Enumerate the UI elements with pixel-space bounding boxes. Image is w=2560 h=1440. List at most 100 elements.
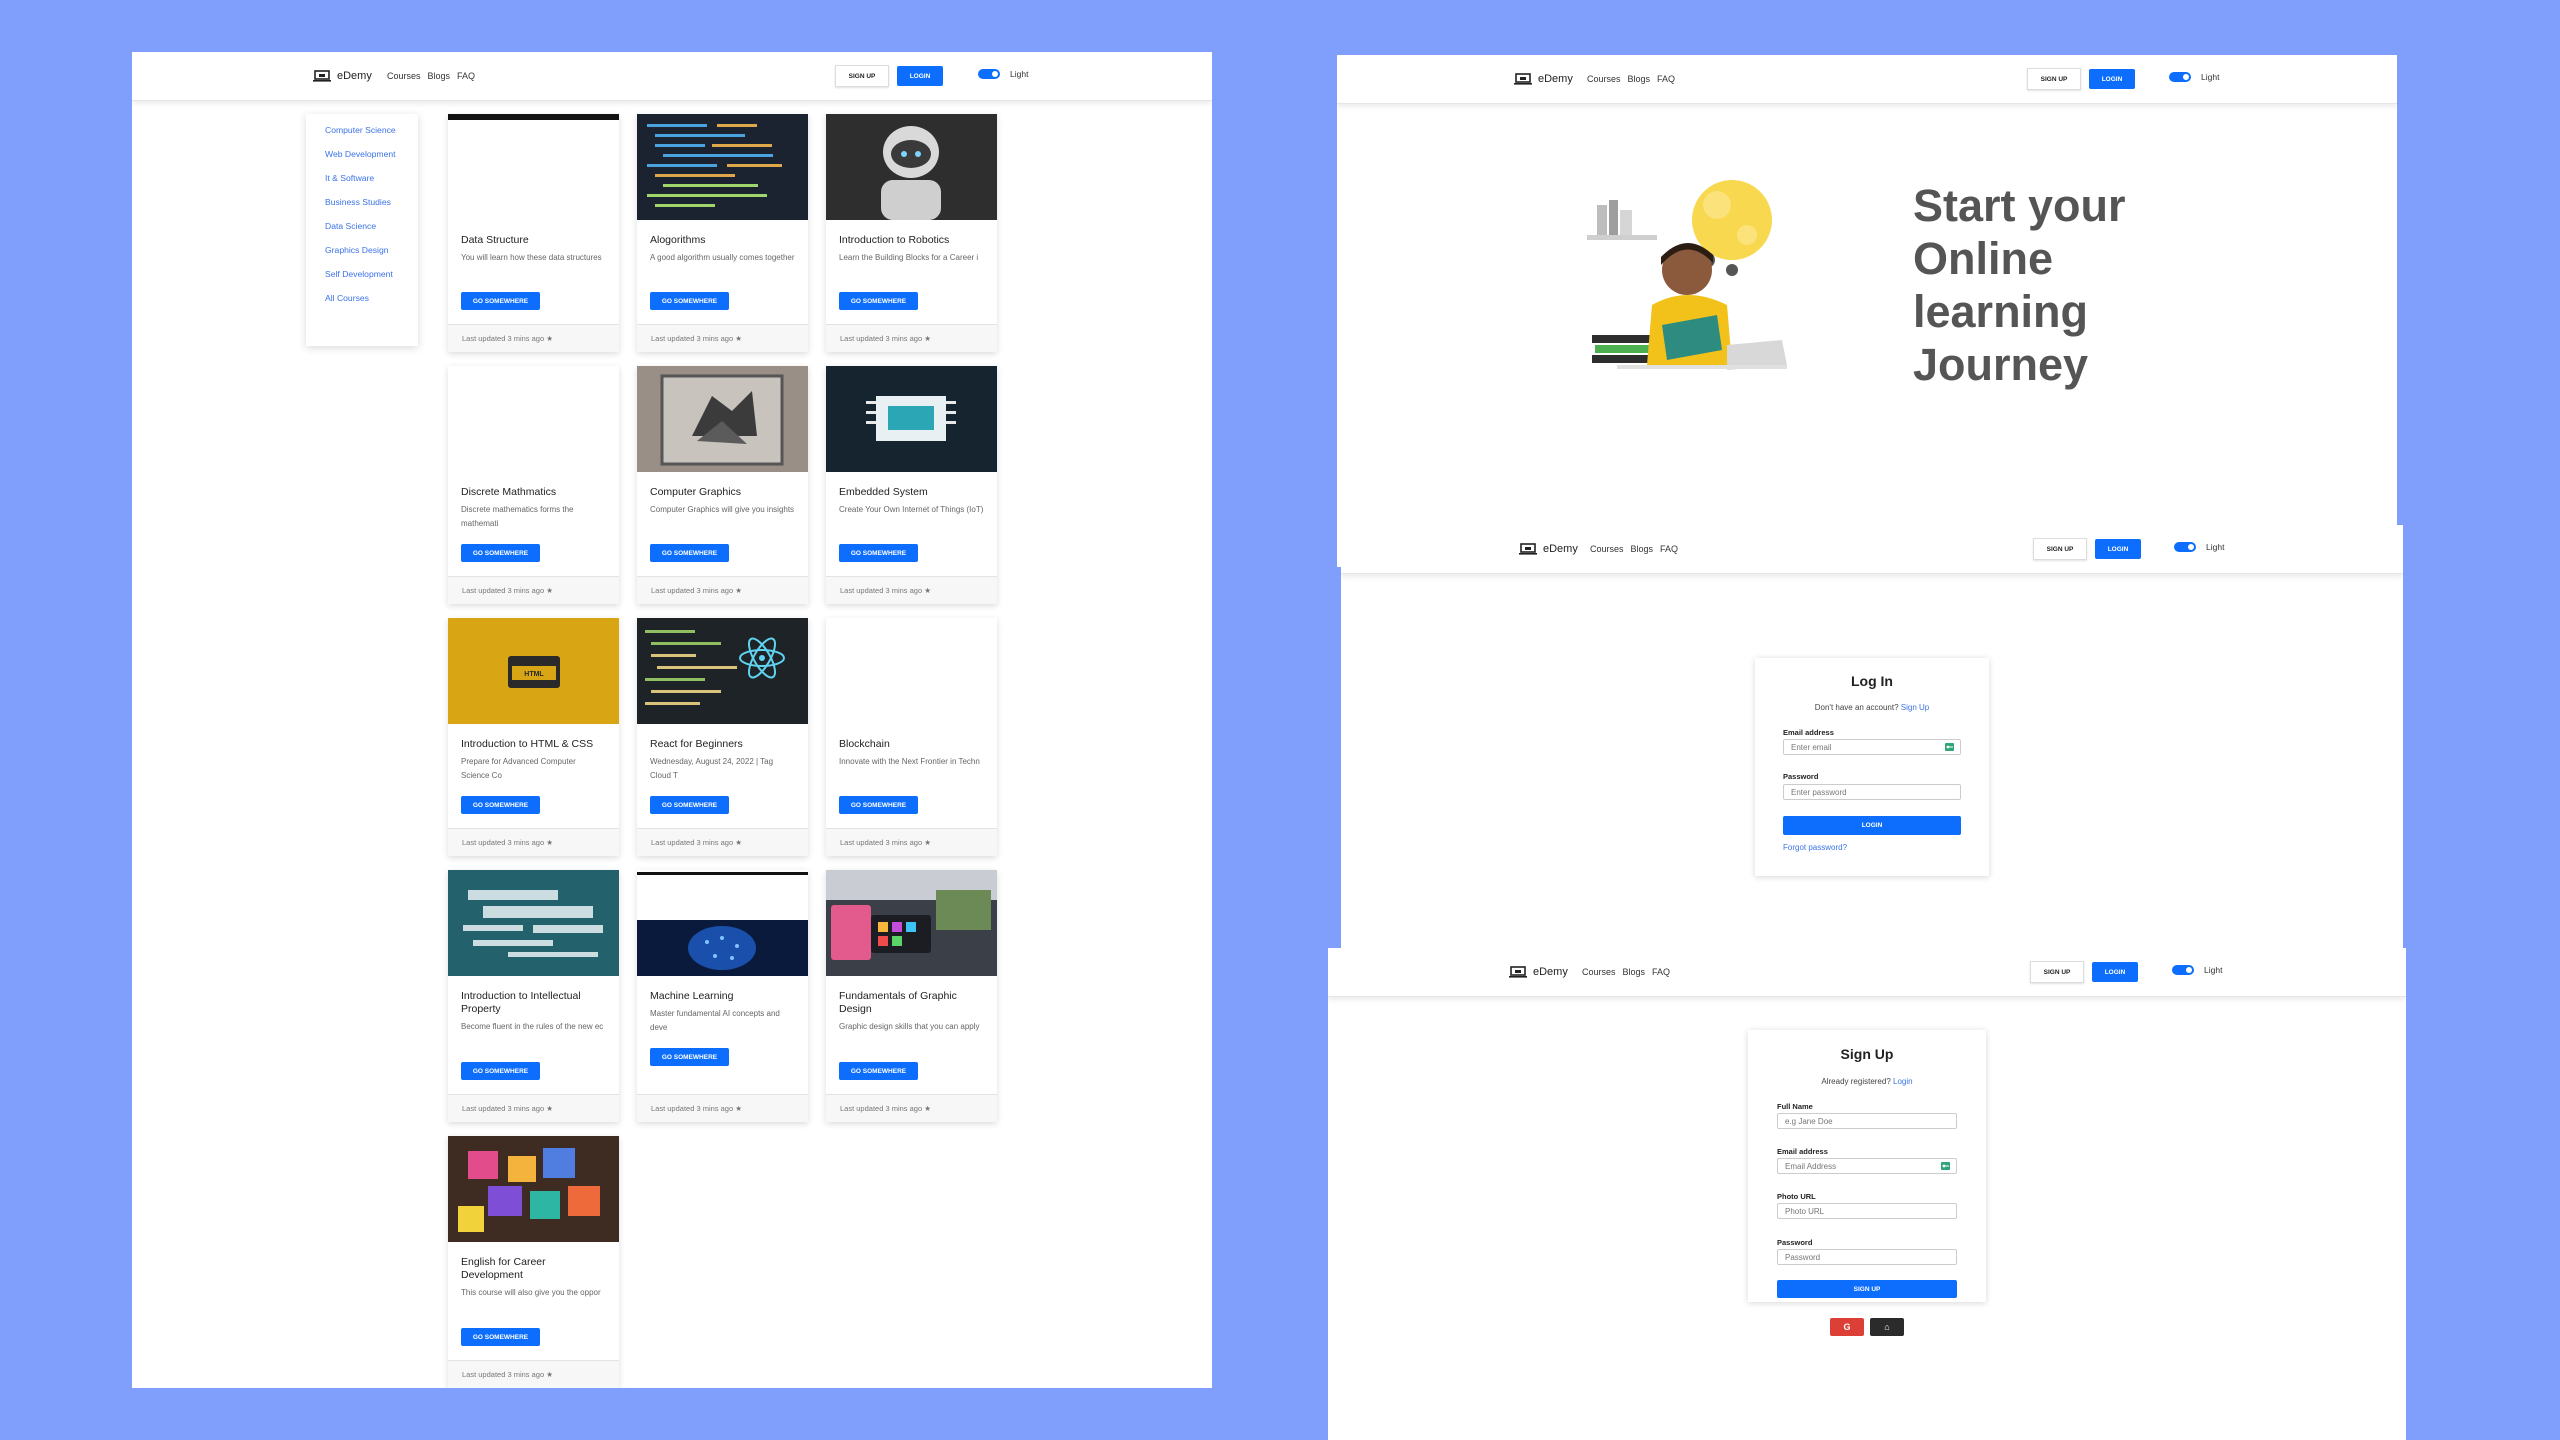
signup-button[interactable]: SIGN UP: [2030, 961, 2084, 983]
go-somewhere-button[interactable]: GO SOMEWHERE: [461, 1062, 540, 1080]
brand-name: eDemy: [1538, 73, 1573, 85]
forgot-password-link[interactable]: Forgot password?: [1783, 843, 1847, 852]
html-window-image: HTML: [448, 618, 619, 724]
sidebar-item-business-studies[interactable]: Business Studies: [325, 196, 400, 208]
go-somewhere-button[interactable]: GO SOMEWHERE: [839, 292, 918, 310]
theme-switch[interactable]: [978, 69, 1000, 79]
course-description: Become fluent in the rules of the new ec: [461, 1022, 604, 1031]
student-reading-illustration: [1587, 180, 1787, 370]
course-description: A good algorithm usually comes together: [650, 253, 795, 262]
go-somewhere-button[interactable]: GO SOMEWHERE: [650, 1048, 729, 1066]
robot-image: [826, 114, 997, 220]
brand[interactable]: eDemy: [1519, 525, 1578, 573]
nav-link-faq[interactable]: FAQ: [1652, 967, 1670, 977]
course-updated: Last updated 3 mins ago ★: [448, 1094, 619, 1122]
go-somewhere-button[interactable]: GO SOMEWHERE: [461, 292, 540, 310]
login-button[interactable]: LOGIN: [2092, 962, 2138, 982]
go-somewhere-button[interactable]: GO SOMEWHERE: [461, 796, 540, 814]
login-button[interactable]: LOGIN: [2095, 539, 2141, 559]
theme-toggle[interactable]: Light: [978, 52, 1028, 98]
signup-button[interactable]: SIGN UP: [835, 65, 889, 87]
full-name-field[interactable]: e.g Jane Doe: [1777, 1113, 1957, 1129]
sidebar-item-graphics-design[interactable]: Graphics Design: [325, 244, 400, 256]
course-description: Learn the Building Blocks for a Career i: [839, 253, 979, 262]
login-link[interactable]: Login: [1893, 1077, 1913, 1086]
nav-links: Courses Blogs FAQ: [387, 52, 475, 100]
sidebar-item-all-courses[interactable]: All Courses: [325, 292, 400, 304]
password-label: Password: [1783, 772, 1819, 781]
sidebar-item-self-development[interactable]: Self Development: [325, 268, 400, 280]
login-button[interactable]: LOGIN: [897, 66, 943, 86]
go-somewhere-button[interactable]: GO SOMEWHERE: [839, 1062, 918, 1080]
sidebar-item-data-science[interactable]: Data Science: [325, 220, 400, 232]
course-description: Wednesday, August 24, 2022 | Tag Cloud T: [650, 757, 774, 780]
login-submit-button[interactable]: LOGIN: [1783, 816, 1961, 835]
sidebar-item-it-software[interactable]: It & Software: [325, 172, 400, 184]
signup-button[interactable]: SIGN UP: [2027, 68, 2081, 90]
nav-link-courses[interactable]: Courses: [1582, 967, 1616, 977]
brand[interactable]: eDemy: [313, 52, 372, 100]
autofill-key-icon[interactable]: [1941, 1162, 1950, 1170]
nav-link-faq[interactable]: FAQ: [1657, 74, 1675, 84]
laptop-logo-icon: [1519, 543, 1537, 555]
signup-link[interactable]: Sign Up: [1901, 703, 1929, 712]
nav-link-courses[interactable]: Courses: [387, 71, 421, 81]
course-title: Introduction to Intellectual Property: [461, 990, 581, 1015]
nav-link-courses[interactable]: Courses: [1590, 544, 1624, 554]
go-somewhere-button[interactable]: GO SOMEWHERE: [650, 544, 729, 562]
course-title: React for Beginners: [650, 738, 743, 750]
theme-switch[interactable]: [2169, 72, 2191, 82]
github-login-button[interactable]: ⌂: [1870, 1318, 1904, 1336]
course-image-blank: [448, 366, 619, 472]
photo-url-placeholder: Photo URL: [1785, 1206, 1825, 1216]
brand[interactable]: eDemy: [1509, 948, 1568, 996]
go-somewhere-button[interactable]: GO SOMEWHERE: [839, 544, 918, 562]
email-placeholder: Enter email: [1791, 742, 1832, 752]
course-updated: Last updated 3 mins ago ★: [826, 324, 997, 352]
theme-switch[interactable]: [2172, 965, 2194, 975]
google-icon: G: [1843, 1322, 1851, 1332]
theme-toggle[interactable]: Light: [2174, 525, 2224, 571]
login-title: Log In: [1851, 673, 1893, 689]
course-updated: Last updated 3 mins ago ★: [826, 1094, 997, 1122]
nav-link-blogs[interactable]: Blogs: [428, 71, 451, 81]
email-field[interactable]: Enter email: [1783, 739, 1961, 755]
photo-url-label: Photo URL: [1777, 1192, 1816, 1201]
nav-link-faq[interactable]: FAQ: [457, 71, 475, 81]
nav-link-blogs[interactable]: Blogs: [1628, 74, 1651, 84]
github-icon: ⌂: [1884, 1322, 1890, 1332]
autofill-key-icon[interactable]: [1945, 743, 1954, 751]
go-somewhere-button[interactable]: GO SOMEWHERE: [461, 544, 540, 562]
sidebar-item-computer-science[interactable]: Computer Science: [325, 124, 400, 136]
nav-link-courses[interactable]: Courses: [1587, 74, 1621, 84]
go-somewhere-button[interactable]: GO SOMEWHERE: [461, 1328, 540, 1346]
nav-link-blogs[interactable]: Blogs: [1623, 967, 1646, 977]
signup-submit-button[interactable]: SIGN UP: [1777, 1280, 1957, 1298]
login-page-panel: eDemy Courses Blogs FAQ SIGN UP LOGIN Li…: [1341, 525, 2403, 959]
go-somewhere-button[interactable]: GO SOMEWHERE: [839, 796, 918, 814]
go-somewhere-button[interactable]: GO SOMEWHERE: [650, 292, 729, 310]
login-button[interactable]: LOGIN: [2089, 69, 2135, 89]
brand[interactable]: eDemy: [1514, 55, 1573, 103]
google-login-button[interactable]: G: [1830, 1318, 1864, 1336]
course-card: Alogorithms A good algorithm usually com…: [637, 114, 808, 352]
course-updated: Last updated 3 mins ago ★: [637, 324, 808, 352]
photo-url-field[interactable]: Photo URL: [1777, 1203, 1957, 1219]
react-code-image: [637, 618, 808, 724]
password-field[interactable]: Password: [1777, 1249, 1957, 1265]
theme-toggle[interactable]: Light: [2169, 55, 2219, 101]
nav-link-faq[interactable]: FAQ: [1660, 544, 1678, 554]
sidebar-item-web-development[interactable]: Web Development: [325, 148, 400, 160]
courses-page-panel: eDemy Courses Blogs FAQ SIGN UP LOGIN Li…: [132, 52, 1212, 1388]
signup-button[interactable]: SIGN UP: [2033, 538, 2087, 560]
nav-link-blogs[interactable]: Blogs: [1631, 544, 1654, 554]
hero-title: Start your Online learning Journey: [1913, 180, 2126, 390]
course-card: Fundamentals of Graphic Design Graphic d…: [826, 870, 997, 1122]
email-field[interactable]: Email Address: [1777, 1158, 1957, 1174]
course-updated: Last updated 3 mins ago ★: [826, 576, 997, 604]
password-field[interactable]: Enter password: [1783, 784, 1961, 800]
go-somewhere-button[interactable]: GO SOMEWHERE: [650, 796, 729, 814]
nav-links: Courses Blogs FAQ: [1587, 55, 1675, 103]
theme-toggle[interactable]: Light: [2172, 948, 2222, 994]
theme-switch[interactable]: [2174, 542, 2196, 552]
